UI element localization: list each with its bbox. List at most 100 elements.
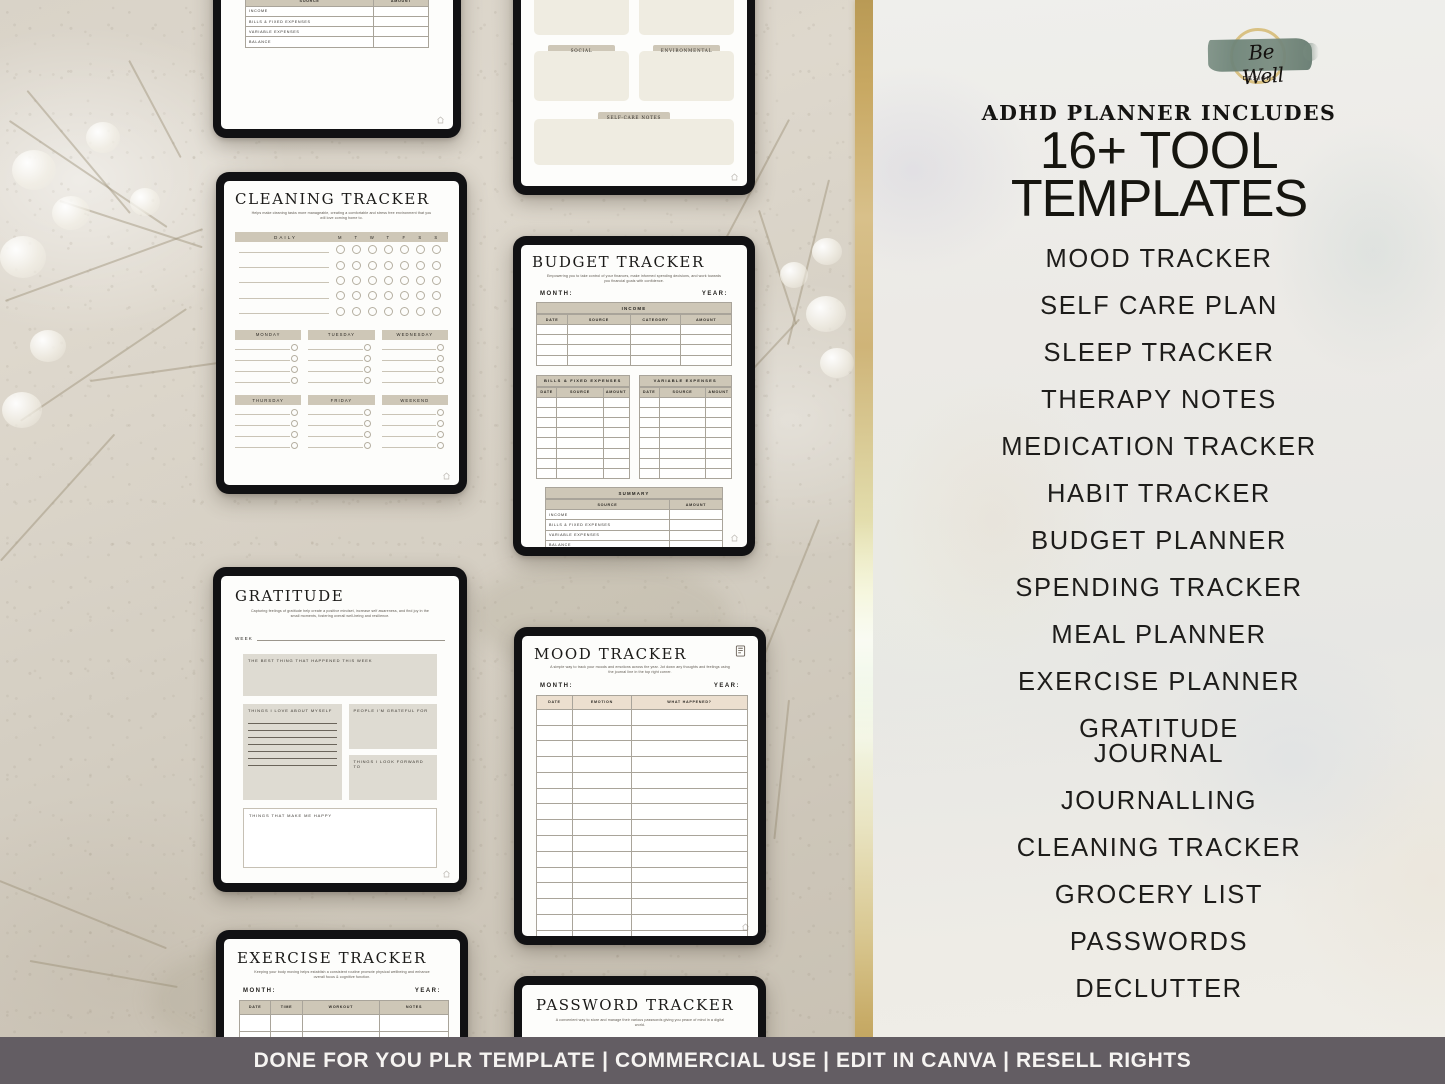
checkbox-circle[interactable] (290, 344, 298, 352)
day-task[interactable] (308, 377, 374, 385)
daily-task-row[interactable] (235, 257, 448, 272)
day-task[interactable] (308, 344, 374, 352)
day-task[interactable] (308, 442, 374, 450)
checkbox-circle[interactable] (364, 409, 372, 417)
checkbox-circle[interactable] (415, 291, 425, 301)
checkbox-circle[interactable] (383, 245, 393, 255)
checkbox-circle[interactable] (290, 442, 298, 450)
checkbox-circle[interactable] (351, 306, 361, 316)
checkbox-circle[interactable] (351, 260, 361, 270)
checkbox-circle[interactable] (437, 431, 445, 439)
checkbox-circle[interactable] (335, 275, 345, 285)
checkbox-circle[interactable] (431, 275, 441, 285)
checkbox-circle[interactable] (415, 275, 425, 285)
checkbox-circle[interactable] (415, 306, 425, 316)
checkbox-circle[interactable] (290, 377, 298, 385)
box-spiritual[interactable] (534, 0, 629, 36)
box-grateful-for[interactable]: PEOPLE I'M GRATEFUL FOR (348, 704, 437, 749)
checkbox-circle[interactable] (383, 306, 393, 316)
daily-task-row[interactable] (235, 304, 448, 319)
tablet-budget-tracker[interactable]: BUDGET TRACKER Empowering you to take co… (513, 236, 755, 556)
day-task[interactable] (235, 377, 301, 385)
box-environmental[interactable] (639, 51, 734, 102)
tablet-gratitude-journal[interactable]: GRATITUDE Capturing feelings of gratitud… (213, 567, 467, 892)
day-task[interactable] (308, 431, 374, 439)
checkbox-circle[interactable] (351, 275, 361, 285)
box-make-happy[interactable]: THINGS THAT MAKE ME HAPPY (243, 808, 437, 868)
checkbox-circle[interactable] (290, 355, 298, 363)
checkbox-circle[interactable] (364, 431, 372, 439)
day-task[interactable] (381, 409, 448, 417)
checkbox-circle[interactable] (399, 306, 409, 316)
checkbox-circle[interactable] (399, 291, 409, 301)
tablet-budget-tracker-top[interactable]: SUMMARY SOURCE AMOUNT INCOME BILLS & FIX… (213, 0, 461, 138)
checkbox-circle[interactable] (399, 275, 409, 285)
checkbox-circle[interactable] (431, 245, 441, 255)
checkbox-circle[interactable] (367, 275, 377, 285)
checkbox-circle[interactable] (437, 420, 445, 428)
checkbox-circle[interactable] (335, 245, 345, 255)
box-self-care-notes[interactable] (534, 118, 734, 165)
box-best-thing[interactable]: THE BEST THING THAT HAPPENED THIS WEEK (243, 654, 437, 696)
day-task[interactable] (308, 420, 374, 428)
checkbox-circle[interactable] (431, 306, 441, 316)
day-task[interactable] (308, 355, 374, 363)
home-icon[interactable] (442, 870, 451, 878)
day-task[interactable] (381, 431, 448, 439)
checkbox-circle[interactable] (437, 344, 445, 352)
day-task[interactable] (235, 355, 301, 363)
checkbox-circle[interactable] (437, 355, 445, 363)
day-task[interactable] (235, 409, 301, 417)
checkbox-circle[interactable] (367, 306, 377, 316)
checkbox-circle[interactable] (364, 366, 372, 374)
checkbox-circle[interactable] (431, 291, 441, 301)
checkbox-circle[interactable] (290, 409, 298, 417)
checkbox-circle[interactable] (399, 260, 409, 270)
checkbox-circle[interactable] (383, 291, 393, 301)
day-task[interactable] (308, 409, 374, 417)
checkbox-circle[interactable] (437, 409, 445, 417)
checkbox-circle[interactable] (364, 442, 372, 450)
daily-task-row[interactable] (235, 273, 448, 288)
day-task[interactable] (381, 344, 448, 352)
tablet-cleaning-tracker[interactable]: CLEANING TRACKER Helps make cleaning tas… (216, 172, 467, 494)
home-icon[interactable] (730, 534, 739, 542)
daily-task-row[interactable] (235, 288, 448, 303)
checkbox-circle[interactable] (364, 377, 372, 385)
day-task[interactable] (235, 344, 301, 352)
day-task[interactable] (381, 377, 448, 385)
box-mindfullness[interactable] (639, 0, 734, 36)
box-social[interactable] (534, 51, 629, 102)
home-icon[interactable] (436, 116, 445, 124)
week-input-line[interactable] (256, 634, 445, 641)
day-task[interactable] (381, 420, 448, 428)
checkbox-circle[interactable] (335, 306, 345, 316)
box-love-myself[interactable]: THINGS I LOVE ABOUT MYSELF (243, 704, 342, 800)
checkbox-circle[interactable] (290, 366, 298, 374)
day-task[interactable] (235, 366, 301, 374)
writing-lines[interactable] (248, 717, 337, 766)
journal-icon[interactable] (735, 645, 746, 657)
home-icon[interactable] (741, 923, 750, 931)
day-task[interactable] (381, 355, 448, 363)
checkbox-circle[interactable] (364, 355, 372, 363)
day-task[interactable] (381, 442, 448, 450)
checkbox-circle[interactable] (437, 377, 445, 385)
checkbox-circle[interactable] (351, 291, 361, 301)
day-task[interactable] (235, 420, 301, 428)
daily-task-row[interactable] (235, 242, 448, 257)
checkbox-circle[interactable] (335, 291, 345, 301)
checkbox-circle[interactable] (415, 245, 425, 255)
checkbox-circle[interactable] (367, 260, 377, 270)
checkbox-circle[interactable] (431, 260, 441, 270)
checkbox-circle[interactable] (364, 344, 372, 352)
brand-logo[interactable]: Be Well DESIGNS (1204, 26, 1316, 92)
home-icon[interactable] (730, 173, 739, 181)
day-task[interactable] (235, 442, 301, 450)
tablet-mood-tracker[interactable]: MOOD TRACKER A simple way to track your … (514, 627, 766, 945)
checkbox-circle[interactable] (399, 245, 409, 255)
checkbox-circle[interactable] (415, 260, 425, 270)
checkbox-circle[interactable] (383, 260, 393, 270)
checkbox-circle[interactable] (383, 275, 393, 285)
checkbox-circle[interactable] (290, 431, 298, 439)
